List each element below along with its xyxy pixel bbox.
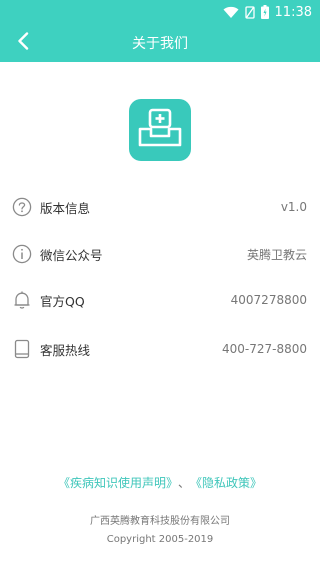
privacy-policy-link[interactable]: 《隐私政策》: [196, 476, 262, 490]
app-logo: [129, 99, 191, 161]
battery-icon: [260, 5, 269, 19]
question-circle-icon: [12, 197, 32, 217]
app-bar: 关于我们: [0, 24, 320, 62]
company-name: 广西英腾教育科技股份有限公司: [90, 516, 230, 527]
row-value: 400-727-8800: [221, 342, 307, 356]
status-bar: 11:38: [0, 0, 320, 24]
info-circle-icon: [12, 244, 32, 264]
row-value: 4007278800: [230, 293, 307, 307]
no-signal-icon: [244, 5, 255, 19]
page-title: 关于我们: [132, 36, 188, 52]
row-qq[interactable]: 官方QQ 4007278800: [0, 280, 320, 320]
row-label: 官方QQ: [40, 293, 85, 309]
bell-icon: [12, 290, 32, 310]
row-version[interactable]: 版本信息 v1.0: [0, 187, 320, 227]
copyright-text: Copyright 2005-2019: [106, 534, 214, 545]
medical-box-icon: [138, 108, 182, 152]
back-button[interactable]: [8, 28, 38, 58]
chevron-left-icon: [17, 32, 29, 54]
tablet-icon: [12, 339, 32, 359]
link-separator: 、: [177, 476, 190, 490]
disclaimer-link[interactable]: 《疾病知识使用声明》: [58, 476, 172, 490]
row-value: v1.0: [280, 200, 307, 214]
wifi-icon: [223, 6, 239, 19]
row-label: 版本信息: [40, 200, 91, 216]
row-hotline[interactable]: 客服热线 400-727-8800: [0, 329, 320, 369]
row-wechat[interactable]: 微信公众号 英腾卫教云: [0, 234, 320, 274]
row-label: 微信公众号: [40, 247, 103, 263]
row-label: 客服热线: [40, 342, 91, 358]
row-value: 英腾卫教云: [246, 247, 307, 262]
status-time: 11:38: [274, 4, 312, 20]
footer-links: 《疾病知识使用声明》、《隐私政策》: [0, 474, 320, 491]
